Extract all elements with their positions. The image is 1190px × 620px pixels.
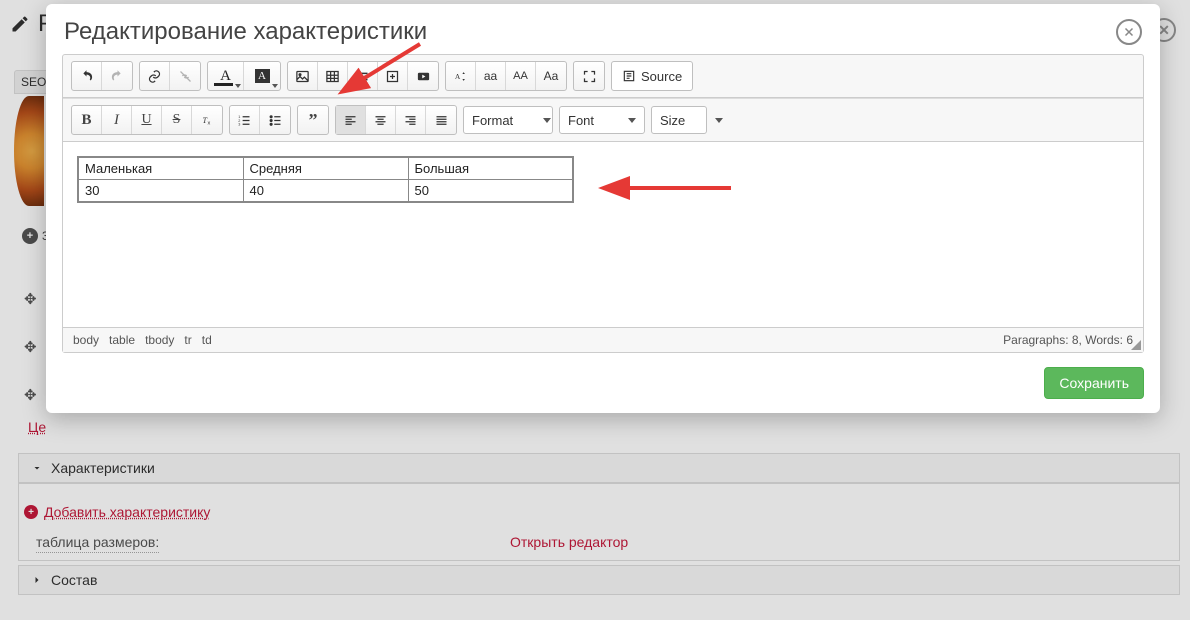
char-height-icon: A bbox=[453, 69, 468, 84]
close-icon bbox=[1123, 26, 1135, 38]
insert-button[interactable] bbox=[378, 62, 408, 90]
resize-handle[interactable] bbox=[1131, 340, 1141, 350]
svg-text:T: T bbox=[202, 116, 207, 125]
youtube-button[interactable] bbox=[408, 62, 438, 90]
modal-title: Редактирование характеристики bbox=[64, 18, 427, 46]
table-button[interactable] bbox=[318, 62, 348, 90]
bold-button[interactable]: B bbox=[72, 106, 102, 134]
image-button[interactable] bbox=[288, 62, 318, 90]
editor-toolbar-row-2: B I U S Tx 123 ” Format Font Size bbox=[63, 98, 1143, 142]
table-cell[interactable]: 40 bbox=[243, 180, 408, 203]
svg-text:x: x bbox=[207, 120, 210, 126]
path-item[interactable]: table bbox=[109, 333, 135, 347]
source-label: Source bbox=[641, 69, 682, 84]
lowercase-button[interactable]: aa bbox=[476, 62, 506, 90]
editor-content[interactable]: Маленькая Средняя Большая 30 40 50 bbox=[63, 142, 1143, 327]
table-cell[interactable]: Средняя bbox=[243, 157, 408, 180]
blockquote-button[interactable]: ” bbox=[298, 106, 328, 134]
align-right-button[interactable] bbox=[396, 106, 426, 134]
dropdown-icon bbox=[715, 118, 723, 123]
undo-button[interactable] bbox=[72, 62, 102, 90]
path-item[interactable]: body bbox=[73, 333, 99, 347]
svg-text:A: A bbox=[455, 72, 461, 81]
word-count: Paragraphs: 8, Words: 6 bbox=[1003, 333, 1133, 347]
redo-icon bbox=[110, 69, 125, 84]
unordered-list-button[interactable] bbox=[260, 106, 290, 134]
format-label: Format bbox=[472, 113, 513, 128]
table-icon bbox=[325, 69, 340, 84]
hr-button[interactable] bbox=[348, 62, 378, 90]
underline-button[interactable]: U bbox=[132, 106, 162, 134]
align-center-button[interactable] bbox=[366, 106, 396, 134]
youtube-icon bbox=[416, 69, 431, 84]
table-cell[interactable]: 50 bbox=[408, 180, 573, 203]
link-icon bbox=[147, 69, 162, 84]
align-justify-icon bbox=[434, 113, 449, 128]
text-color-button[interactable]: A bbox=[208, 62, 244, 90]
sizes-table[interactable]: Маленькая Средняя Большая 30 40 50 bbox=[77, 156, 574, 203]
modal-close-button[interactable] bbox=[1116, 19, 1142, 45]
align-justify-button[interactable] bbox=[426, 106, 456, 134]
capitalize-button[interactable]: Aa bbox=[536, 62, 566, 90]
path-item[interactable]: td bbox=[202, 333, 212, 347]
align-left-button[interactable] bbox=[336, 106, 366, 134]
maximize-icon bbox=[582, 69, 597, 84]
italic-button[interactable]: I bbox=[102, 106, 132, 134]
remove-format-icon: Tx bbox=[200, 113, 215, 128]
align-center-icon bbox=[373, 113, 388, 128]
link-button[interactable] bbox=[140, 62, 170, 90]
modal-actions: Сохранить bbox=[46, 353, 1160, 399]
unlink-icon bbox=[178, 69, 193, 84]
ckeditor: A A A aa AA Aa Sourc bbox=[62, 54, 1144, 353]
undo-icon bbox=[79, 69, 94, 84]
font-label: Font bbox=[568, 113, 594, 128]
image-icon bbox=[295, 69, 310, 84]
edit-characteristic-modal: Редактирование характеристики A A bbox=[46, 4, 1160, 413]
source-icon bbox=[622, 69, 636, 83]
editor-footer: body table tbody tr td Paragraphs: 8, Wo… bbox=[63, 327, 1143, 352]
dropdown-icon bbox=[543, 118, 551, 123]
modal-header: Редактирование характеристики bbox=[46, 4, 1160, 54]
align-left-icon bbox=[343, 113, 358, 128]
strike-button[interactable]: S bbox=[162, 106, 192, 134]
unlink-button[interactable] bbox=[170, 62, 200, 90]
size-label: Size bbox=[660, 113, 685, 128]
table-cell[interactable]: 30 bbox=[78, 180, 243, 203]
align-right-icon bbox=[403, 113, 418, 128]
font-combo[interactable]: Font bbox=[559, 106, 645, 134]
ordered-list-button[interactable]: 123 bbox=[230, 106, 260, 134]
editor-toolbar-row-1: A A A aa AA Aa Sourc bbox=[63, 55, 1143, 98]
save-button[interactable]: Сохранить bbox=[1044, 367, 1144, 399]
table-cell[interactable]: Большая bbox=[408, 157, 573, 180]
ul-icon bbox=[268, 113, 283, 128]
horizontal-rule-icon bbox=[355, 69, 370, 84]
plus-box-icon bbox=[385, 69, 400, 84]
table-row[interactable]: 30 40 50 bbox=[78, 180, 573, 203]
size-combo[interactable]: Size bbox=[651, 106, 707, 134]
bg-color-button[interactable]: A bbox=[244, 62, 280, 90]
char-height-button[interactable]: A bbox=[446, 62, 476, 90]
redo-button[interactable] bbox=[102, 62, 132, 90]
elements-path: body table tbody tr td bbox=[73, 333, 212, 347]
format-combo[interactable]: Format bbox=[463, 106, 553, 134]
path-item[interactable]: tr bbox=[184, 333, 191, 347]
maximize-button[interactable] bbox=[574, 62, 604, 90]
svg-text:3: 3 bbox=[238, 122, 240, 126]
table-row[interactable]: Маленькая Средняя Большая bbox=[78, 157, 573, 180]
ol-icon: 123 bbox=[237, 113, 252, 128]
remove-format-button[interactable]: Tx bbox=[192, 106, 222, 134]
source-button[interactable]: Source bbox=[612, 62, 692, 90]
path-item[interactable]: tbody bbox=[145, 333, 174, 347]
table-cell[interactable]: Маленькая bbox=[78, 157, 243, 180]
dropdown-icon bbox=[628, 118, 636, 123]
uppercase-button[interactable]: AA bbox=[506, 62, 536, 90]
